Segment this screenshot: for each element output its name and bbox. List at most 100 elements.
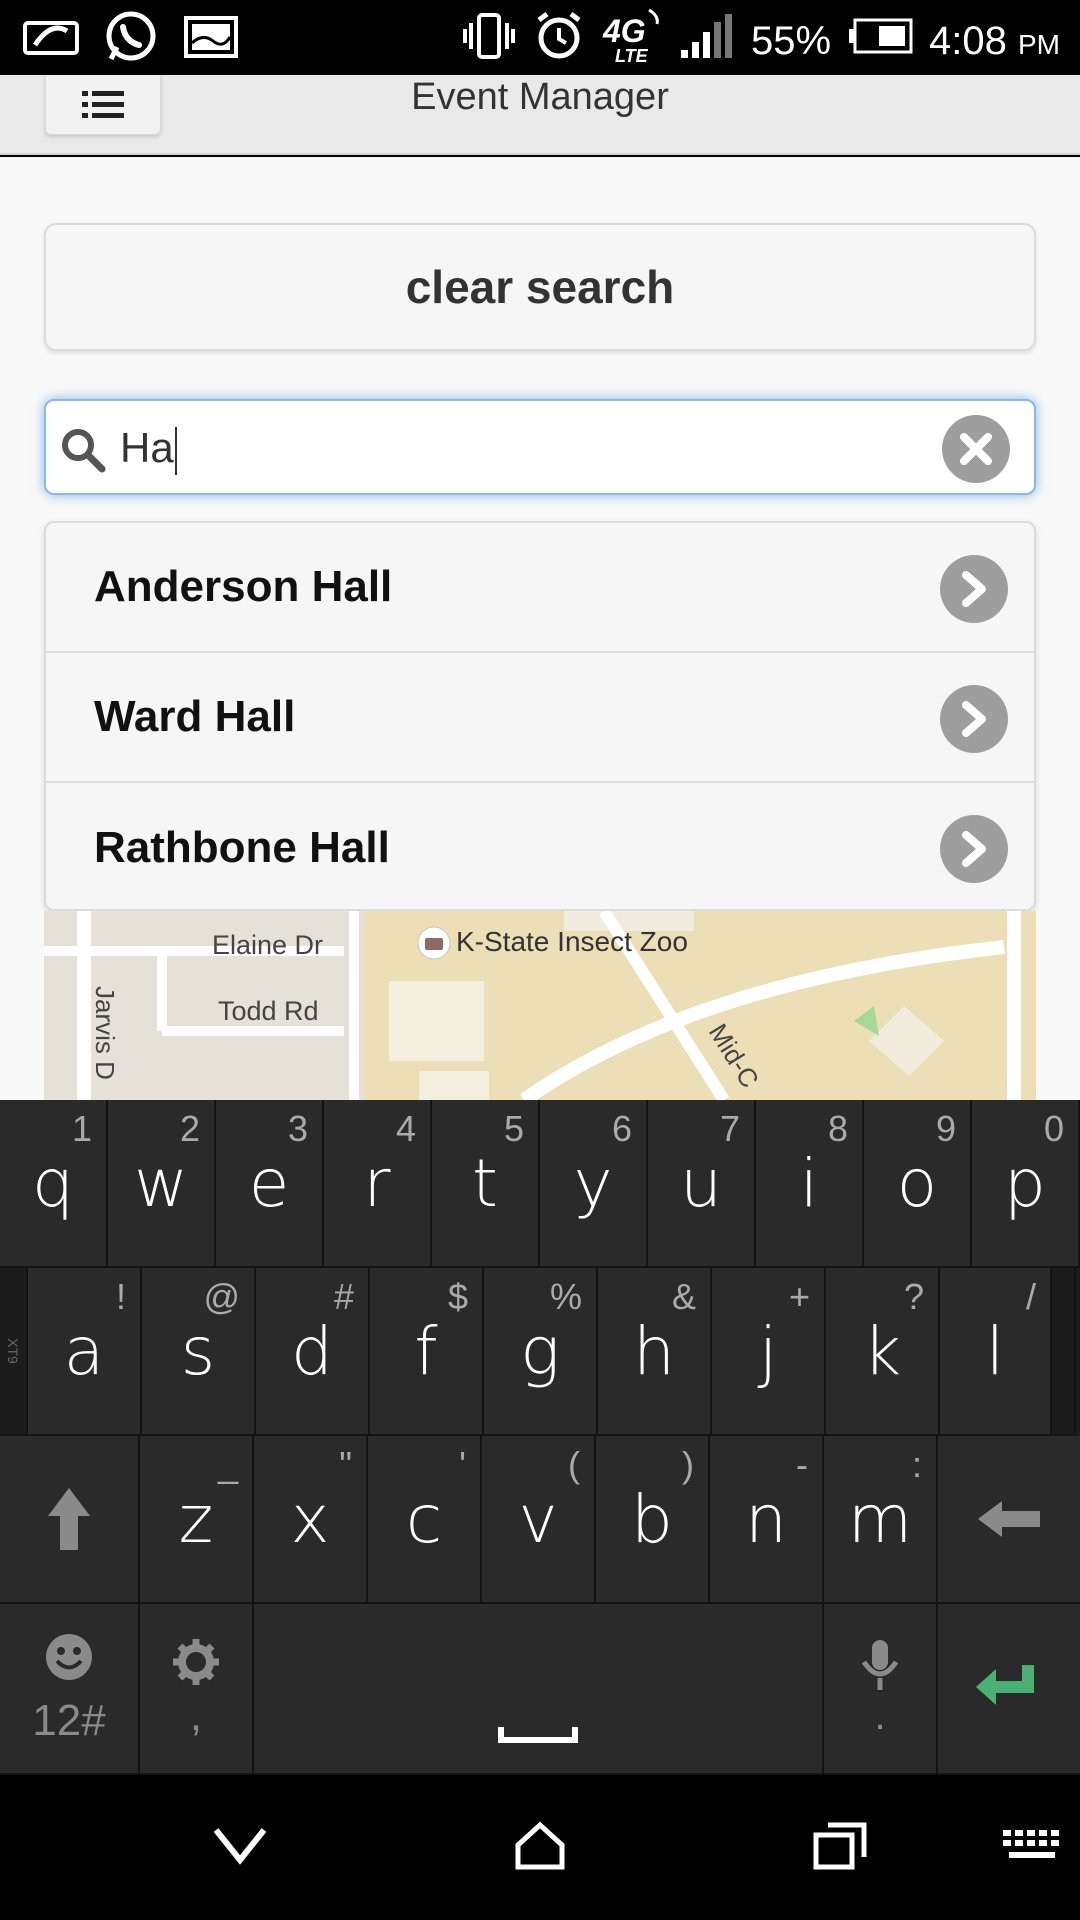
- key-h[interactable]: & h: [598, 1268, 712, 1436]
- key-alt-label: 2: [179, 1108, 200, 1149]
- key-label: n: [745, 1480, 787, 1558]
- key-label: r: [363, 1144, 391, 1222]
- backspace-arrow-icon: [978, 1501, 1040, 1537]
- backspace-key[interactable]: [938, 1436, 1080, 1604]
- key-m[interactable]: :m: [824, 1436, 938, 1604]
- close-icon: [960, 433, 992, 465]
- key-alt-label: @: [203, 1276, 240, 1317]
- enter-key[interactable]: [938, 1604, 1080, 1775]
- key-label: i: [799, 1144, 819, 1222]
- key-s[interactable]: @ s: [142, 1268, 256, 1436]
- key-label: b: [631, 1480, 673, 1558]
- numbers-key[interactable]: 12#: [0, 1604, 140, 1775]
- key-y[interactable]: 6y: [540, 1100, 648, 1268]
- key-alt-label: ": [339, 1444, 352, 1485]
- key-n[interactable]: -n: [710, 1436, 824, 1604]
- key-label: l: [985, 1312, 1005, 1390]
- key-a[interactable]: ! a: [28, 1268, 142, 1436]
- clear-input-button[interactable]: [942, 415, 1010, 483]
- battery-percent: 55%: [750, 18, 832, 63]
- key-label: k: [862, 1312, 902, 1390]
- key-e[interactable]: 3e: [216, 1100, 324, 1268]
- back-button[interactable]: [200, 1811, 280, 1881]
- search-field[interactable]: Ha: [44, 399, 1036, 495]
- list-item[interactable]: Anderson Hall: [46, 523, 1034, 653]
- key-g[interactable]: % g: [484, 1268, 598, 1436]
- key-t[interactable]: 5t: [432, 1100, 540, 1268]
- map-label-jarvis: Jarvis D: [90, 986, 120, 1080]
- key-label: f: [414, 1312, 438, 1390]
- key-l[interactable]: / l: [940, 1268, 1052, 1436]
- recent-apps-button[interactable]: [800, 1811, 880, 1881]
- status-bar: 4G LTE 55% 4:08 PM: [0, 0, 1080, 75]
- chevron-right-icon: [940, 555, 1008, 623]
- search-input[interactable]: Ha: [120, 421, 177, 475]
- keyboard-row-1: 1q2w3e4r5t6y7u8i9o0p: [0, 1100, 1080, 1268]
- numbers-key-label: 12#: [32, 1695, 106, 1745]
- key-w[interactable]: 2w: [108, 1100, 216, 1268]
- key-alt-label: ?: [903, 1276, 924, 1317]
- clear-search-button[interactable]: clear search: [44, 223, 1036, 351]
- key-alt-label: +: [788, 1276, 810, 1317]
- key-k[interactable]: ? k: [826, 1268, 940, 1436]
- chevron-down-icon: [213, 1828, 267, 1865]
- key-label: c: [405, 1480, 443, 1558]
- list-item-label: Rathbone Hall: [94, 823, 390, 872]
- key-v[interactable]: (v: [482, 1436, 596, 1604]
- key-alt-label: $: [447, 1276, 468, 1317]
- comma-key-label: ,: [189, 1690, 203, 1740]
- list-item-label: Ward Hall: [94, 692, 296, 741]
- key-alt-label: 5: [503, 1108, 524, 1149]
- key-label: v: [518, 1480, 558, 1558]
- key-label: j: [758, 1312, 778, 1390]
- key-u[interactable]: 7u: [648, 1100, 756, 1268]
- search-input-value: Ha: [120, 424, 174, 471]
- clock-time: 4:08: [929, 18, 1007, 63]
- key-i[interactable]: 8i: [756, 1100, 864, 1268]
- key-label: x: [290, 1480, 330, 1558]
- key-r[interactable]: 4r: [324, 1100, 432, 1268]
- list-item[interactable]: Rathbone Hall: [46, 783, 1034, 909]
- navigation-bar: [0, 1775, 1080, 1920]
- mic-period-key[interactable]: .: [824, 1604, 938, 1775]
- xt9-label: XT9: [5, 1338, 21, 1364]
- key-label: s: [180, 1312, 216, 1390]
- space-key[interactable]: [254, 1604, 824, 1775]
- key-alt-label: :: [911, 1444, 922, 1485]
- home-button[interactable]: [500, 1811, 580, 1881]
- key-alt-label: 3: [287, 1108, 308, 1149]
- key-alt-label: /: [1025, 1276, 1036, 1317]
- key-alt-label: 9: [935, 1108, 956, 1149]
- key-d[interactable]: # d: [256, 1268, 370, 1436]
- smiley-icon: [46, 1633, 92, 1680]
- enter-arrow-icon: [976, 1664, 1034, 1705]
- glasses-icon: [20, 10, 82, 64]
- key-f[interactable]: $ f: [370, 1268, 484, 1436]
- xt9-indicator: XT9: [0, 1268, 28, 1436]
- text-caret: [174, 426, 177, 475]
- key-alt-label: 4: [395, 1108, 416, 1149]
- key-b[interactable]: ) b: [596, 1436, 710, 1604]
- map-label-todd: Todd Rd: [218, 996, 319, 1026]
- settings-comma-key[interactable]: ,: [140, 1604, 254, 1775]
- key-q[interactable]: 1q: [0, 1100, 108, 1268]
- key-alt-label: _: [217, 1444, 238, 1485]
- key-p[interactable]: 0p: [972, 1100, 1080, 1268]
- key-z[interactable]: _ z: [140, 1436, 254, 1604]
- signal-icon: [679, 12, 735, 70]
- menu-button[interactable]: [45, 75, 161, 135]
- list-menu-icon: [82, 90, 124, 118]
- main-content: clear search Ha Anderson Hall Ward Hall …: [0, 157, 1080, 1100]
- keyboard-icon: [1003, 1830, 1059, 1858]
- key-alt-label: #: [333, 1276, 354, 1317]
- key-o[interactable]: 9o: [864, 1100, 972, 1268]
- keyboard-switch-button[interactable]: [992, 1811, 1072, 1881]
- map-view[interactable]: Elaine Dr Todd Rd K-State Insect Zoo Jar…: [44, 911, 1036, 1100]
- key-x[interactable]: " x: [254, 1436, 368, 1604]
- shift-key[interactable]: [0, 1436, 140, 1604]
- list-item-label: Anderson Hall: [94, 562, 393, 611]
- key-j[interactable]: + j: [712, 1268, 826, 1436]
- key-c[interactable]: ' c: [368, 1436, 482, 1604]
- list-item[interactable]: Ward Hall: [46, 653, 1034, 783]
- space-bar-icon: [498, 1726, 578, 1743]
